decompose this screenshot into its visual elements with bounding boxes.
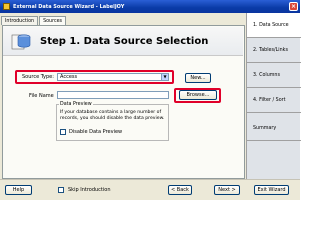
app-icon (3, 3, 10, 10)
title-bar: External Data Source Wizard - LabelJOY × (0, 0, 300, 13)
steps-sidebar: 1. Data Source 2. Tables/Links 3. Column… (246, 13, 301, 179)
step-tables-links[interactable]: 2. Tables/Links (247, 38, 301, 63)
wizard-tabs: Introduction Sources (1, 16, 67, 25)
skip-introduction-checkbox[interactable] (58, 187, 64, 193)
step-filter-sort[interactable]: 4. Filter / Sort (247, 88, 301, 113)
chevron-down-icon[interactable]: ▼ (161, 74, 168, 80)
data-preview-group: Data Preview If your database contains a… (56, 102, 169, 141)
page-title: Step 1. Data Source Selection (40, 36, 209, 47)
wizard-footer: Help Skip Introduction < Back Next > Exi… (0, 179, 300, 200)
source-type-label: Source Type: (22, 74, 54, 80)
step-header: Step 1. Data Source Selection (3, 27, 243, 56)
next-button[interactable]: Next > (214, 185, 240, 195)
skip-introduction-label: Skip Introduction (68, 187, 111, 193)
tab-sources[interactable]: Sources (39, 16, 67, 25)
exit-wizard-button[interactable]: Exit Wizard (254, 185, 289, 195)
disable-preview-checkbox[interactable] (60, 129, 66, 135)
file-name-label: File Name (29, 93, 54, 99)
database-icon (11, 34, 31, 50)
close-icon[interactable]: × (289, 2, 298, 11)
data-preview-description: If your database contains a large number… (60, 110, 165, 121)
source-type-value: Access (60, 74, 78, 80)
data-preview-legend: Data Preview (59, 102, 93, 107)
source-type-select[interactable]: Access ▼ (57, 73, 169, 81)
tab-introduction[interactable]: Introduction (1, 16, 39, 25)
disable-preview-label: Disable Data Preview (69, 129, 123, 135)
wizard-window: External Data Source Wizard - LabelJOY ×… (0, 0, 301, 200)
file-name-input[interactable] (57, 91, 169, 99)
browse-button[interactable]: Browse... (179, 90, 217, 100)
back-button[interactable]: < Back (168, 185, 192, 195)
step-columns[interactable]: 3. Columns (247, 63, 301, 88)
new-button[interactable]: New... (185, 73, 211, 83)
help-button[interactable]: Help (5, 185, 32, 195)
window-title: External Data Source Wizard - LabelJOY (13, 3, 125, 10)
step-data-source[interactable]: 1. Data Source (247, 13, 301, 38)
step-summary[interactable]: Summary (247, 116, 301, 141)
